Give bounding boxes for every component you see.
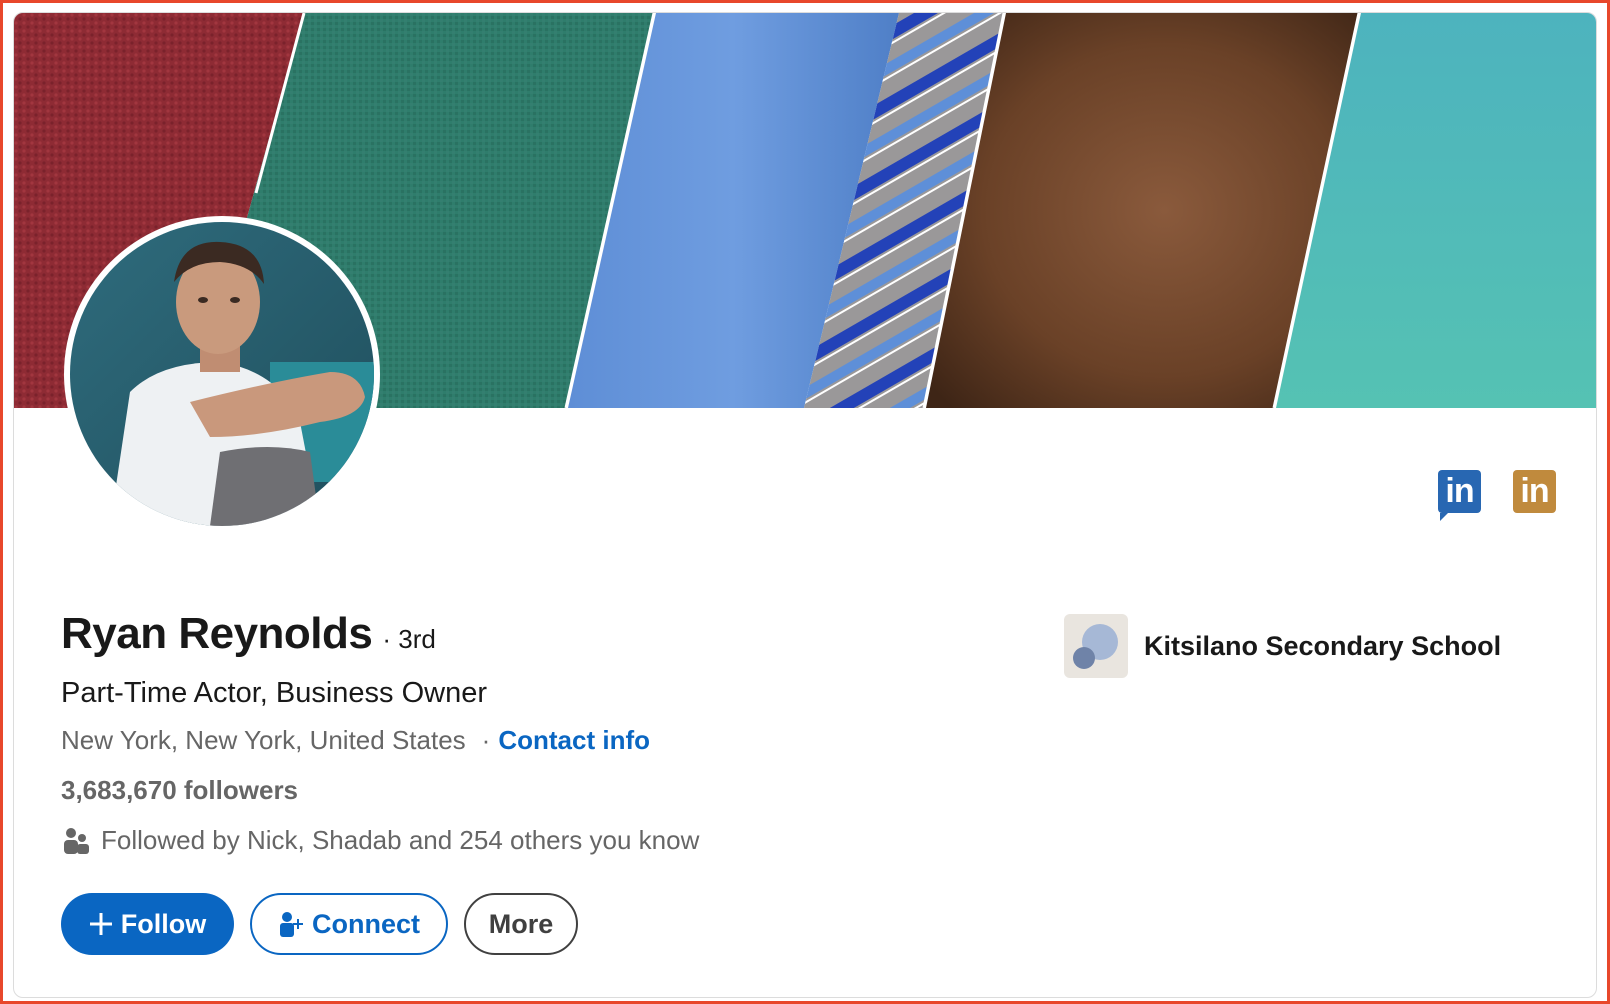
- connection-degree: · 3rd: [382, 624, 436, 654]
- profile-headline: Part-Time Actor, Business Owner: [61, 677, 488, 709]
- linkedin-blue-icon[interactable]: in: [1438, 470, 1481, 521]
- more-button-label: More: [488, 908, 554, 939]
- contact-info-link[interactable]: Contact info: [498, 725, 650, 756]
- profile-name: Ryan Reynolds: [61, 609, 373, 658]
- profile-photo-image: [70, 222, 374, 526]
- school-name: Kitsilano Secondary School: [1144, 630, 1502, 661]
- profile-photo[interactable]: [64, 216, 380, 532]
- location-separator: ·: [481, 725, 491, 755]
- people-icon: [61, 826, 91, 856]
- profile-location: New York, New York, United States: [61, 725, 466, 755]
- follow-button-label: Follow: [120, 908, 207, 939]
- location-row: New York, New York, United States · Cont…: [61, 725, 650, 756]
- connect-button-label: Connect: [312, 908, 420, 939]
- profile-actions: Follow Connect More: [61, 893, 578, 955]
- education-school[interactable]: Kitsilano Secondary School: [1064, 614, 1501, 678]
- plus-icon: [89, 912, 113, 936]
- profile-card: in in Ryan Reynolds · 3rd Part-Time Acto…: [13, 12, 1597, 998]
- followed-by-text: Followed by Nick, Shadab and 254 others …: [101, 825, 700, 855]
- linkedin-gold-icon[interactable]: in: [1513, 470, 1556, 513]
- connect-button[interactable]: Connect: [250, 893, 448, 955]
- school-logo-icon: [1064, 614, 1128, 678]
- follow-button[interactable]: Follow: [61, 893, 234, 955]
- add-person-icon: [278, 911, 304, 937]
- top-right-icons: in in: [1438, 470, 1556, 521]
- screenshot-frame: in in Ryan Reynolds · 3rd Part-Time Acto…: [0, 0, 1610, 1004]
- name-row: Ryan Reynolds · 3rd: [61, 609, 436, 659]
- more-button[interactable]: More: [464, 893, 578, 955]
- followers-count: 3,683,670 followers: [61, 775, 299, 805]
- followed-by-row[interactable]: Followed by Nick, Shadab and 254 others …: [61, 825, 699, 856]
